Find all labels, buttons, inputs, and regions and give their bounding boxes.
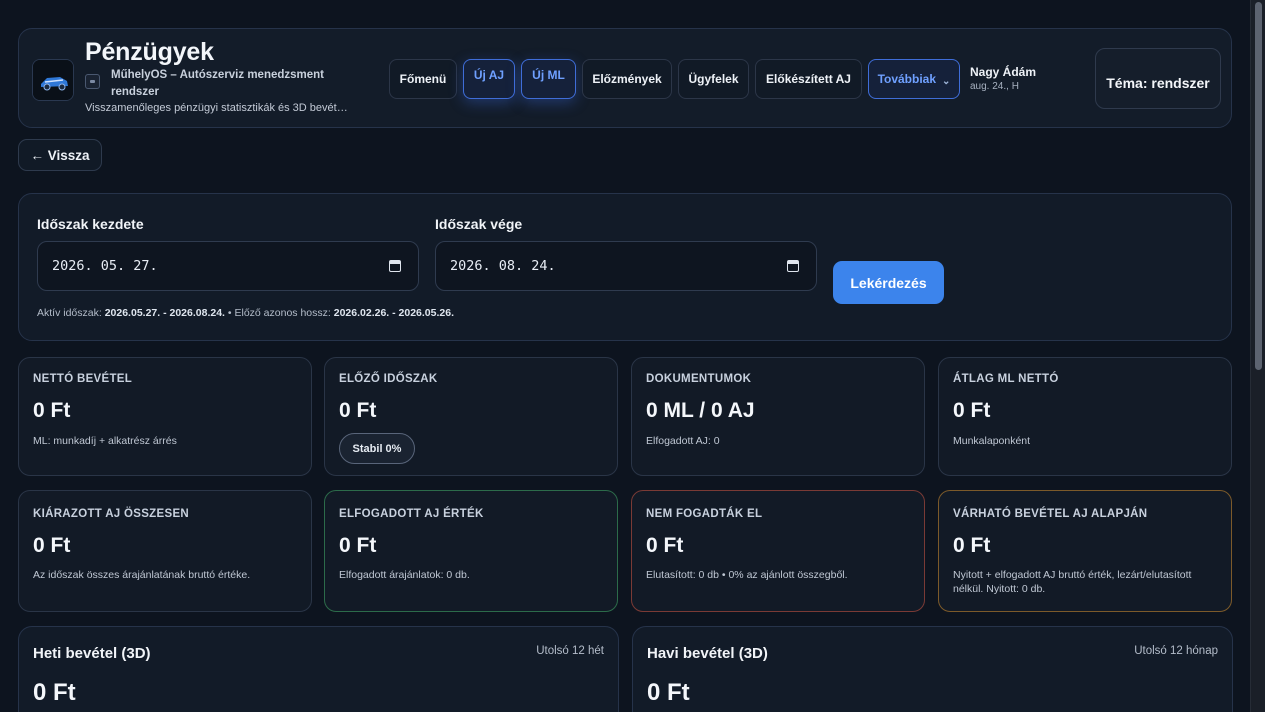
card-note: Munkalaponként — [953, 435, 1031, 447]
average-worksheet-card: ÁTLAG ML NETTÓ 0 Ft Munkalaponként — [938, 357, 1232, 476]
card-label: VÁRHATÓ BEVÉTEL AJ ALAPJÁN — [953, 508, 1148, 520]
card-note: ML: munkadíj + alkatrész árrés — [33, 435, 177, 447]
card-label: NETTÓ BEVÉTEL — [33, 373, 133, 385]
monthly-revenue-value: 0 Ft — [647, 679, 690, 706]
theme-toggle-button[interactable]: Téma: rendszer — [1095, 48, 1221, 109]
query-button[interactable]: Lekérdezés — [833, 261, 944, 304]
monthly-revenue-range: Utolsó 12 hónap — [1134, 645, 1218, 657]
start-date-input[interactable]: 2026. 05. 27. — [37, 241, 419, 291]
active-range-value: 2026.05.27. - 2026.08.24. — [104, 307, 225, 319]
app-subtitle: MűhelyOS – Autószerviz menedzsment rends… — [111, 69, 325, 98]
card-value: 0 Ft — [33, 534, 71, 557]
net-revenue-card: NETTÓ BEVÉTEL 0 Ft ML: munkadíj + alkatr… — [18, 357, 312, 476]
card-note: Az időszak összes árajánlatának bruttó é… — [33, 569, 251, 581]
card-note: Elutasított: 0 db • 0% az ajánlott össze… — [646, 569, 848, 581]
calendar-icon[interactable] — [389, 260, 401, 272]
weekly-revenue-title: Heti bevétel (3D) — [33, 645, 151, 662]
trend-badge: Stabil 0% — [339, 433, 415, 464]
card-label: ÁTLAG ML NETTÓ — [953, 373, 1059, 385]
nav-clients-button[interactable]: Ügyfelek — [678, 59, 749, 99]
previous-range-prefix: • Előző azonos hossz: — [227, 307, 331, 319]
weekly-revenue-panel: Heti bevétel (3D) Utolsó 12 hét 0 Ft — [18, 626, 619, 712]
card-label: ELŐZŐ IDŐSZAK — [339, 373, 438, 385]
card-value: 0 Ft — [953, 399, 991, 422]
card-label: NEM FOGADTÁK EL — [646, 508, 763, 520]
page: Pénzügyek MűhelyOS – Autószerviz menedzs… — [18, 28, 1233, 712]
end-date-input[interactable]: 2026. 08. 24. — [435, 241, 817, 291]
current-date: aug. 24., H — [970, 81, 1019, 92]
weekly-revenue-range: Utolsó 12 hét — [536, 645, 604, 657]
accepted-quote-value-card: ELFOGADOTT AJ ÉRTÉK 0 Ft Elfogadott áraj… — [324, 490, 618, 612]
start-date-value: 2026. 05. 27. — [52, 258, 158, 274]
nav-more-label: Továbbiak — [877, 72, 937, 86]
documents-card: DOKUMENTUMOK 0 ML / 0 AJ Elfogadott AJ: … — [631, 357, 925, 476]
end-date-label: Időszak vége — [435, 216, 523, 232]
calendar-icon[interactable] — [787, 260, 799, 272]
card-note: Nyitott + elfogadott AJ bruttó érték, le… — [953, 569, 1192, 595]
weekly-revenue-value: 0 Ft — [33, 679, 76, 706]
expected-revenue-card: VÁRHATÓ BEVÉTEL AJ ALAPJÁN 0 Ft Nyitott … — [938, 490, 1232, 612]
nav-home-button[interactable]: Főmenü — [389, 59, 457, 99]
page-tagline: Visszamenőleges pénzügyi statisztikák és… — [85, 102, 348, 114]
card-value: 0 Ft — [646, 534, 684, 557]
previous-period-card: ELŐZŐ IDŐSZAK 0 Ft Stabil 0% — [324, 357, 618, 476]
card-label: KIÁRAZOTT AJ ÖSSZESEN — [33, 508, 190, 520]
quoted-total-card: KIÁRAZOTT AJ ÖSSZESEN 0 Ft Az időszak ös… — [18, 490, 312, 612]
scrollbar-thumb[interactable] — [1255, 2, 1262, 370]
card-note: Elfogadott AJ: 0 — [646, 435, 720, 447]
previous-range-value: 2026.02.26. - 2026.05.26. — [333, 307, 455, 319]
back-button[interactable]: ← Vissza — [18, 139, 102, 171]
nav-prepared-quotes-button[interactable]: Előkészített AJ — [755, 59, 862, 99]
monthly-revenue-title: Havi bevétel (3D) — [647, 645, 768, 662]
page-scrollbar[interactable] — [1250, 0, 1265, 712]
nav-more-button[interactable]: Továbbiak ⌄ — [868, 59, 960, 99]
card-value: 0 Ft — [953, 534, 991, 557]
card-value: 0 Ft — [339, 399, 377, 422]
app-badge-icon — [85, 74, 100, 89]
active-range-prefix: Aktív időszak: — [37, 307, 102, 319]
start-date-label: Időszak kezdete — [37, 216, 144, 232]
app-header: Pénzügyek MűhelyOS – Autószerviz menedzs… — [18, 28, 1232, 128]
page-title: Pénzügyek — [85, 38, 214, 66]
card-value: 0 ML / 0 AJ — [646, 399, 755, 422]
nav-history-button[interactable]: Előzmények — [582, 59, 672, 99]
rejected-quotes-card: NEM FOGADTÁK EL 0 Ft Elutasított: 0 db •… — [631, 490, 925, 612]
card-note: Elfogadott árajánlatok: 0 db. — [339, 569, 470, 581]
card-value: 0 Ft — [339, 534, 377, 557]
active-range-info: Aktív időszak: 2026.05.27. - 2026.08.24.… — [37, 307, 454, 319]
date-filter-panel: Időszak kezdete 2026. 05. 27. Időszak vé… — [18, 193, 1232, 341]
chevron-down-icon: ⌄ — [942, 75, 951, 87]
card-value: 0 Ft — [33, 399, 71, 422]
card-label: DOKUMENTUMOK — [646, 373, 752, 385]
user-name: Nagy Ádám — [970, 65, 1037, 79]
nav-new-worksheet-button[interactable]: Új ML — [521, 59, 576, 99]
card-label: ELFOGADOTT AJ ÉRTÉK — [339, 508, 484, 520]
nav-new-quote-button[interactable]: Új AJ — [463, 59, 515, 99]
app-logo-icon — [32, 59, 74, 101]
monthly-revenue-panel: Havi bevétel (3D) Utolsó 12 hónap 0 Ft — [632, 626, 1233, 712]
end-date-value: 2026. 08. 24. — [450, 258, 556, 274]
